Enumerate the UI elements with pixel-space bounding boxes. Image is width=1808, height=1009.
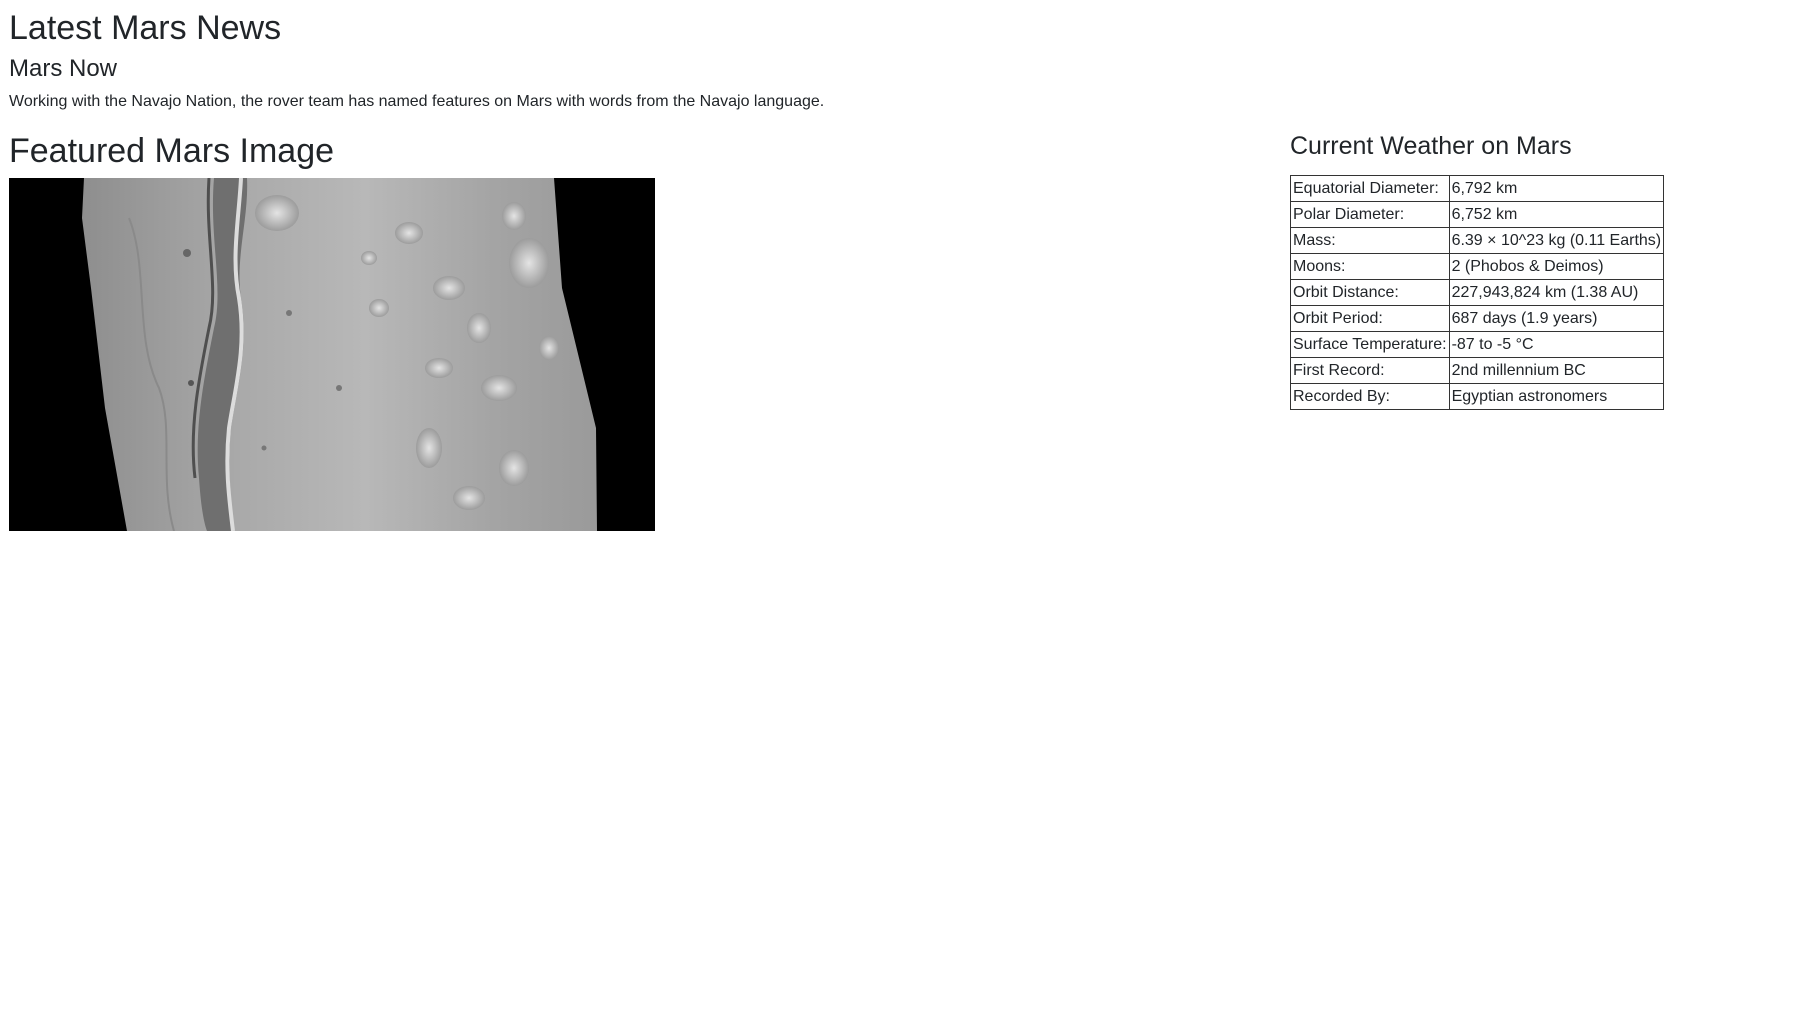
fact-label: Equatorial Diameter: (1290, 175, 1450, 202)
news-headline: Mars Now (9, 55, 118, 82)
fact-label: Polar Diameter: (1290, 201, 1450, 228)
fact-value: 6,752 km (1448, 201, 1665, 228)
fact-value: 2 (Phobos & Deimos) (1448, 253, 1665, 280)
table-row: First Record: 2nd millennium BC (1290, 357, 1665, 384)
mars-facts-table: Equatorial Diameter: 6,792 km Polar Diam… (1290, 175, 1665, 410)
mars-weather-heading: Current Weather on Mars (1290, 132, 1572, 160)
fact-value: 227,943,824 km (1.38 AU) (1448, 279, 1665, 306)
fact-label: Orbit Distance: (1290, 279, 1450, 306)
table-row: Moons: 2 (Phobos & Deimos) (1290, 253, 1665, 280)
fact-value: 687 days (1.9 years) (1448, 305, 1665, 332)
table-row: Mass: 6.39 × 10^23 kg (0.11 Earths) (1290, 227, 1665, 254)
table-row: Orbit Distance: 227,943,824 km (1.38 AU) (1290, 279, 1665, 306)
fact-label: Moons: (1290, 253, 1450, 280)
fact-value: 6.39 × 10^23 kg (0.11 Earths) (1448, 227, 1665, 254)
fact-value: Egyptian astronomers (1448, 383, 1665, 410)
fact-label: Orbit Period: (1290, 305, 1450, 332)
fact-value: 2nd millennium BC (1448, 357, 1665, 384)
latest-news-heading: Latest Mars News (9, 9, 282, 47)
table-row: Recorded By: Egyptian astronomers (1290, 383, 1665, 410)
fact-label: Mass: (1290, 227, 1450, 254)
table-row: Orbit Period: 687 days (1.9 years) (1290, 305, 1665, 332)
table-row: Polar Diameter: 6,752 km (1290, 201, 1665, 228)
table-row: Surface Temperature: -87 to -5 °C (1290, 331, 1665, 358)
featured-mars-image (9, 178, 655, 531)
fact-value: -87 to -5 °C (1448, 331, 1665, 358)
fact-label: Surface Temperature: (1290, 331, 1450, 358)
fact-label: First Record: (1290, 357, 1450, 384)
featured-image-heading: Featured Mars Image (9, 132, 335, 170)
table-row: Equatorial Diameter: 6,792 km (1290, 175, 1665, 202)
news-teaser: Working with the Navajo Nation, the rove… (9, 93, 825, 110)
fact-value: 6,792 km (1448, 175, 1665, 202)
fact-label: Recorded By: (1290, 383, 1450, 410)
